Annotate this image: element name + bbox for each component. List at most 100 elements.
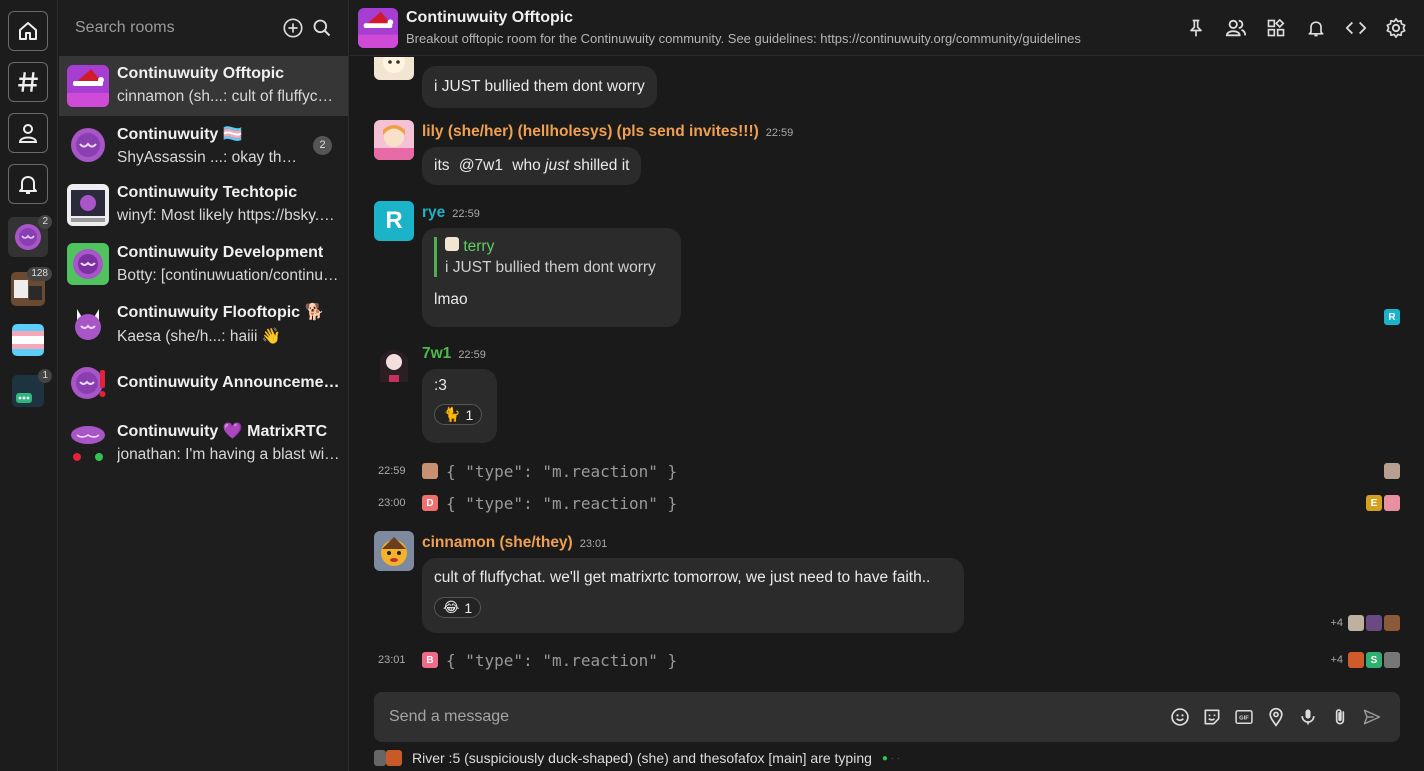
room-item[interactable]: Continuwuity Offtopic cinnamon (sh...: c…	[59, 56, 348, 116]
message-text: :3	[434, 377, 447, 394]
space-trans[interactable]	[8, 320, 48, 360]
send-icon	[1363, 709, 1381, 725]
reply-quote[interactable]: terry i JUST bullied them dont worry	[434, 237, 669, 277]
message-text: i JUST bullied them dont worry	[434, 78, 645, 95]
space-unread-badge: 128	[27, 267, 52, 281]
sender-name[interactable]: 7w1 22:59	[422, 345, 486, 363]
attach-file-button[interactable]	[1324, 701, 1356, 733]
read-receipts[interactable]: +4 S	[1330, 652, 1400, 668]
emoji-button[interactable]	[1164, 701, 1196, 733]
message-timestamp: 22:59	[458, 349, 486, 361]
widgets-button[interactable]	[1260, 12, 1292, 44]
room-item[interactable]: Continuwuity 🏳️‍⚧️ ShyAssassin ...: okay…	[59, 116, 348, 176]
voice-message-button[interactable]	[1292, 701, 1324, 733]
event-source: { "type": "m.reaction" }	[446, 493, 678, 513]
message-text: lmao	[434, 291, 468, 308]
room-avatar	[67, 183, 109, 226]
read-receipts[interactable]: R	[1384, 309, 1400, 325]
avatar[interactable]	[374, 120, 414, 160]
avatar[interactable]	[374, 57, 414, 80]
widgets-icon	[1267, 18, 1285, 36]
user-mention-pill[interactable]: @7w1	[454, 157, 508, 174]
hidden-event-row[interactable]: 23:00 D { "type": "m.reaction" }	[378, 493, 677, 513]
avatar	[1384, 652, 1400, 668]
room-search-bar	[59, 0, 348, 56]
search-button[interactable]	[312, 13, 332, 43]
sticker-button[interactable]	[1196, 701, 1228, 733]
event-source: { "type": "m.reaction" }	[446, 461, 678, 481]
read-receipts[interactable]: +4	[1330, 615, 1400, 631]
space-unread-badge: 2	[38, 215, 52, 229]
room-header: Continuwuity Offtopic Breakout offtopic …	[350, 0, 1424, 56]
code-icon	[1345, 21, 1367, 34]
sender-name[interactable]: rye 22:59	[422, 204, 480, 222]
message-bubble[interactable]: :3 🐈 1	[422, 369, 497, 443]
room-header-avatar[interactable]	[358, 7, 398, 48]
avatar[interactable]	[374, 342, 414, 382]
home-icon	[19, 22, 37, 40]
direct-messages-button[interactable]	[8, 113, 48, 153]
sender-name[interactable]: lily (she/her) (hellholesys) (pls send i…	[422, 123, 793, 141]
room-notifications-button[interactable]	[1300, 12, 1332, 44]
hash-icon	[18, 72, 38, 92]
avatar[interactable]: R	[374, 201, 414, 241]
avatar: S	[1366, 652, 1382, 668]
typing-dots-icon: ● · ·	[881, 752, 901, 764]
room-preview: winyf: Most likely https://bsky.app	[117, 207, 340, 225]
message-composer: GIF	[374, 692, 1400, 742]
hidden-event-row[interactable]: 22:59 { "type": "m.reaction" }	[378, 461, 677, 481]
search-rooms-input[interactable]	[75, 19, 282, 37]
gif-button[interactable]: GIF	[1228, 701, 1260, 733]
message-timestamp: 22:59	[765, 127, 794, 139]
devtools-button[interactable]	[1340, 12, 1372, 44]
message-bubble[interactable]: its @7w1 who just shilled it	[422, 147, 642, 185]
location-button[interactable]	[1260, 701, 1292, 733]
room-topic: Breakout offtopic room for the Continuwu…	[406, 31, 1081, 46]
reaction-chip[interactable]: 🐈 1	[434, 404, 483, 425]
room-item[interactable]: Continuwuity 💜 MatrixRTC jonathan: I'm h…	[59, 413, 348, 473]
event-source: { "type": "m.reaction" }	[446, 650, 678, 670]
message-timestamp: 23:01	[579, 538, 608, 550]
bell-icon	[1308, 20, 1324, 36]
avatar	[1384, 495, 1400, 511]
read-receipts[interactable]	[1384, 463, 1400, 479]
room-item[interactable]: Continuwuity Development Botty: [continu…	[59, 235, 348, 295]
notifications-button[interactable]	[8, 164, 48, 204]
avatar	[1384, 463, 1400, 479]
hidden-event-row[interactable]: 23:01 B { "type": "m.reaction" }	[378, 650, 677, 670]
space-continuwuity[interactable]: 2	[8, 215, 52, 257]
room-avatar	[67, 302, 109, 345]
read-receipts[interactable]: E	[1366, 495, 1400, 511]
message-bubble[interactable]: i JUST bullied them dont worry	[422, 66, 657, 108]
room-name: Continuwuity Offtopic	[117, 65, 285, 83]
emoji-icon	[1171, 708, 1189, 726]
space-bots[interactable]: 1	[8, 369, 52, 411]
room-avatar	[67, 243, 109, 286]
send-button[interactable]	[1356, 701, 1388, 733]
avatar	[1366, 615, 1382, 631]
pinned-messages-button[interactable]	[1180, 12, 1212, 44]
avatar: D	[422, 495, 438, 511]
space-pictures[interactable]: 128	[8, 267, 52, 309]
room-list-panel: Continuwuity Offtopic cinnamon (sh...: c…	[59, 0, 349, 771]
message-bubble[interactable]: cult of fluffychat. we'll get matrixrtc …	[422, 558, 964, 633]
home-button[interactable]	[8, 11, 48, 51]
room-item[interactable]: Continuwuity Flooftopic 🐕 Kaesa (she/h..…	[59, 294, 348, 354]
reply-sender: terry	[463, 238, 495, 255]
new-room-button[interactable]	[282, 13, 304, 43]
reaction-chip[interactable]: 😂 1	[434, 597, 482, 618]
message-bubble[interactable]: terry i JUST bullied them dont worry lma…	[422, 228, 681, 327]
room-avatar	[67, 124, 109, 167]
room-name: Continuwuity Flooftopic 🐕	[117, 303, 325, 321]
sender-name[interactable]: cinnamon (she/they) 23:01	[422, 534, 607, 552]
avatar	[445, 237, 459, 251]
plus-circle-icon	[283, 18, 303, 38]
room-item[interactable]: Continuwuity Techtopic winyf: Most likel…	[59, 175, 348, 235]
room-settings-button[interactable]	[1380, 12, 1412, 44]
message-input[interactable]	[389, 708, 1164, 726]
public-rooms-button[interactable]	[8, 62, 48, 102]
room-item[interactable]: Continuwuity Announcements	[59, 354, 348, 414]
members-button[interactable]	[1220, 12, 1252, 44]
event-timestamp: 23:01	[378, 654, 406, 666]
avatar[interactable]	[374, 531, 414, 571]
